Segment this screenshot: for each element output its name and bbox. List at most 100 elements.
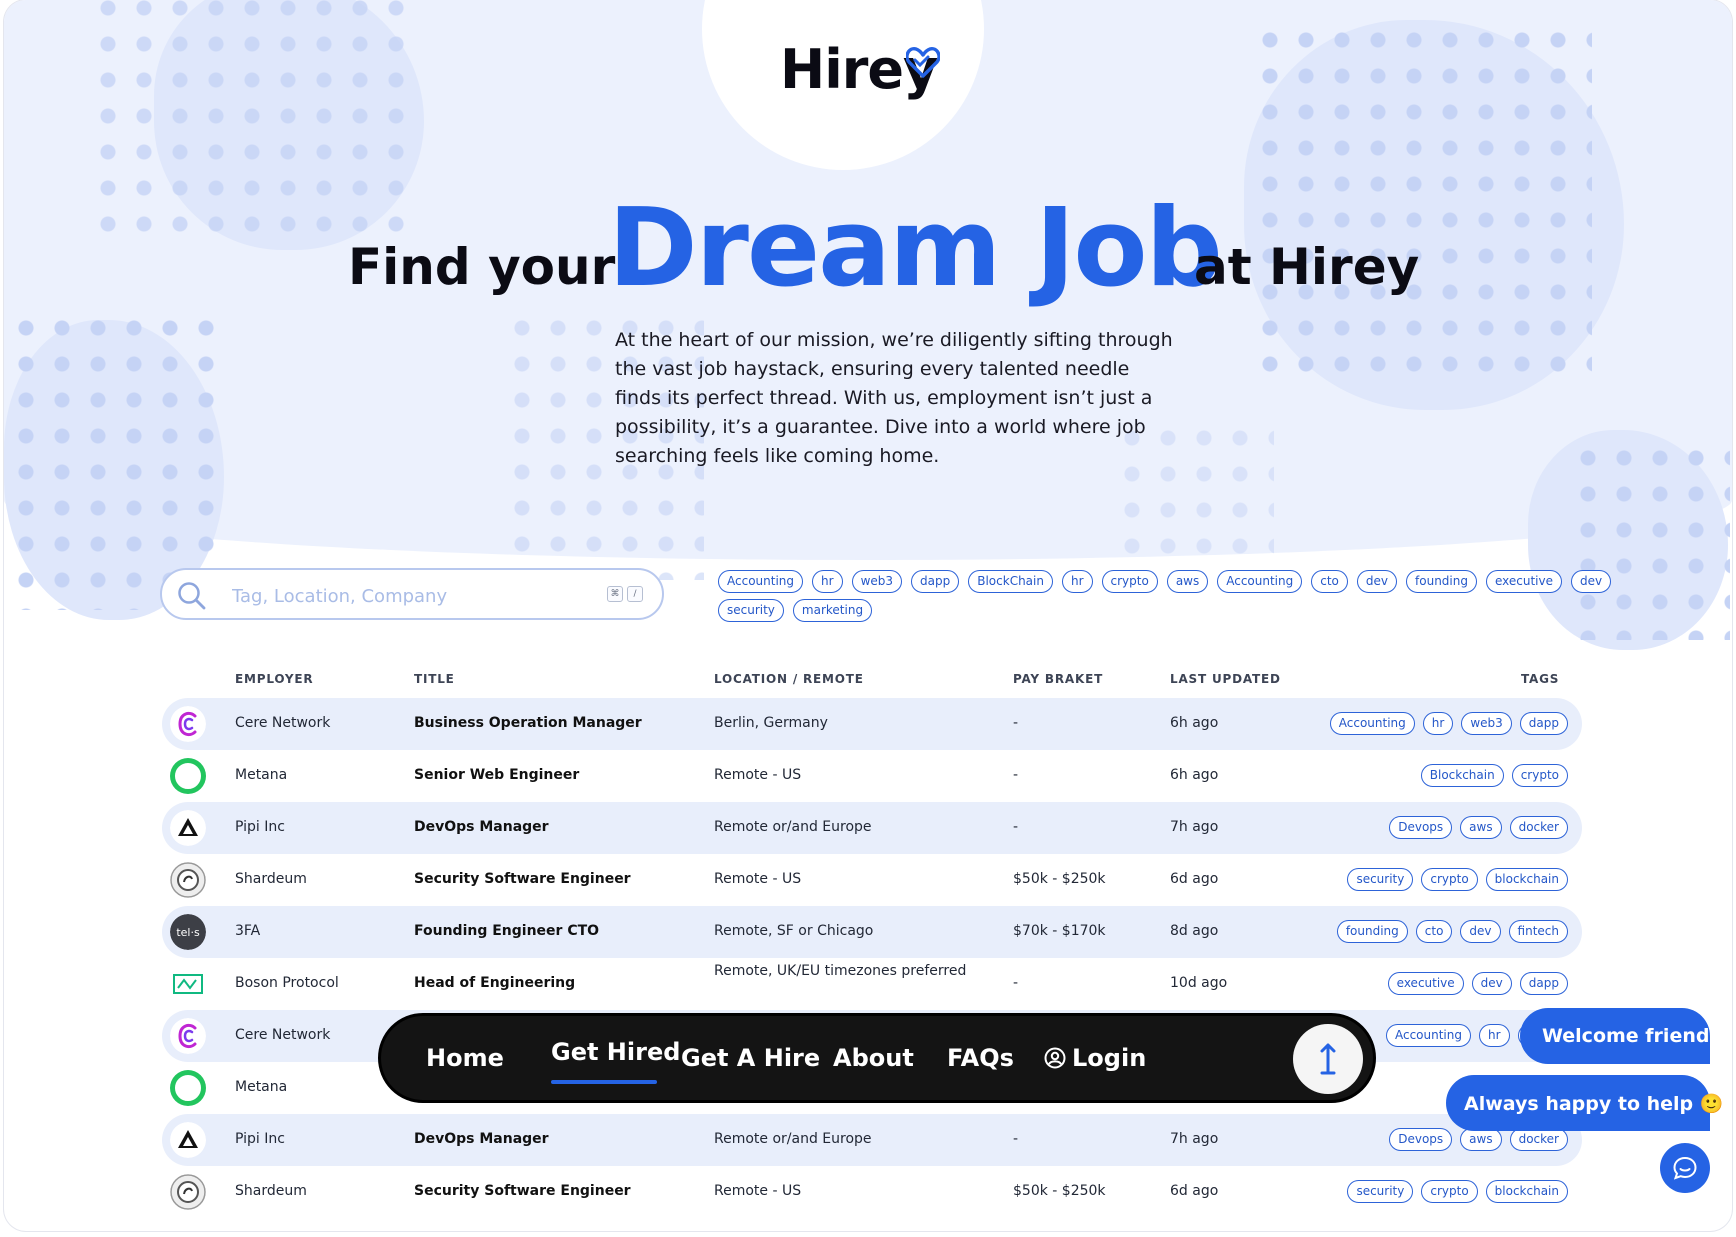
nav-get-a-hire[interactable]: Get A Hire xyxy=(681,1044,820,1072)
pay-bracket: - xyxy=(1013,715,1019,731)
tag-pill[interactable]: dapp xyxy=(1519,972,1568,995)
tag-pill[interactable]: fintech xyxy=(1508,920,1568,943)
tag-pill[interactable]: security xyxy=(1347,1180,1414,1203)
search-input[interactable] xyxy=(230,582,574,610)
tag-filter-list: Accounting hr web3 dapp BlockChain hr crypto aw… xyxy=(718,570,1618,622)
header-tags[interactable]: TAGS xyxy=(1521,672,1559,686)
tag-filter-pill[interactable]: executive xyxy=(1485,570,1562,593)
job-title[interactable]: Head of Engineering xyxy=(414,975,575,991)
chat-greeting-bubble[interactable]: Welcome friend xyxy=(1520,1008,1710,1064)
tag-pill[interactable]: hr xyxy=(1479,1024,1510,1047)
nav-about[interactable]: About xyxy=(833,1044,914,1072)
job-location: Berlin, Germany xyxy=(714,715,828,731)
tag-pill[interactable]: crypto xyxy=(1421,1180,1478,1203)
tag-pill[interactable]: aws xyxy=(1460,816,1502,839)
tag-pill[interactable]: Accounting xyxy=(1329,712,1415,735)
nav-get-hired[interactable]: Get Hired xyxy=(551,1038,680,1066)
tag-filter-pill[interactable]: marketing xyxy=(792,599,873,622)
job-title[interactable]: Security Software Engineer xyxy=(414,1183,631,1199)
headline-suffix: at Hirey xyxy=(1194,238,1420,296)
job-title[interactable]: Security Software Engineer xyxy=(414,871,631,887)
chat-message-bubble[interactable]: Always happy to help 🙂! xyxy=(1446,1075,1732,1131)
last-updated: 7h ago xyxy=(1170,819,1219,835)
tag-pill[interactable]: Devops xyxy=(1389,1128,1453,1151)
last-updated: 7h ago xyxy=(1170,1131,1219,1147)
tag-pill[interactable]: Devops xyxy=(1389,816,1453,839)
job-title[interactable]: Business Operation Manager xyxy=(414,715,642,731)
chat-greeting: Welcome friend xyxy=(1542,1025,1710,1047)
job-title[interactable]: DevOps Manager xyxy=(414,1131,549,1147)
table-row[interactable]: Shardeum Security Software Engineer Remote… xyxy=(162,1166,1582,1218)
hero-intro: At the heart of our mission, we’re dilig… xyxy=(615,329,1173,467)
tag-filter-pill[interactable]: Accounting xyxy=(718,570,804,593)
tag-filter-pill[interactable]: security xyxy=(718,599,784,622)
last-updated: 6d ago xyxy=(1170,871,1219,887)
job-title[interactable]: DevOps Manager xyxy=(414,819,549,835)
tag-pill[interactable]: hr xyxy=(1422,712,1454,735)
tag-pill[interactable]: blockchain xyxy=(1485,1180,1568,1203)
arrow-up-down-icon xyxy=(1320,1043,1336,1075)
tag-filter-pill[interactable]: web3 xyxy=(851,570,903,593)
header-location[interactable]: LOCATION / REMOTE xyxy=(714,672,864,686)
header-updated[interactable]: LAST UPDATED xyxy=(1170,672,1281,686)
employer-name: Metana xyxy=(235,1079,288,1095)
job-title[interactable]: Senior Web Engineer xyxy=(414,767,579,783)
nav-login[interactable]: Login xyxy=(1044,1044,1146,1072)
tag-filter-pill[interactable]: dev xyxy=(1356,570,1398,593)
metana-logo xyxy=(170,758,206,794)
pipi-logo xyxy=(170,810,206,846)
tag-pill[interactable]: web3 xyxy=(1461,712,1512,735)
tag-pill[interactable]: Accounting xyxy=(1385,1024,1471,1047)
header-employer[interactable]: EMPLOYER xyxy=(235,672,313,686)
table-row[interactable]: Pipi Inc DevOps Manager Remote or/and Euro… xyxy=(162,1114,1582,1166)
tag-pill[interactable]: aws xyxy=(1460,1128,1502,1151)
tag-filter-pill[interactable]: dev xyxy=(1570,570,1612,593)
tag-filter-pill[interactable]: founding xyxy=(1406,570,1477,593)
search-box[interactable]: ⌘ / xyxy=(160,568,664,620)
employer-name: Shardeum xyxy=(235,871,307,887)
header-pay[interactable]: PAY BRAKET xyxy=(1013,672,1103,686)
table-row[interactable]: Cere Network Business Operation Manager Be… xyxy=(162,698,1582,750)
tag-pill[interactable]: cto xyxy=(1415,920,1453,943)
tag-filter-pill[interactable]: hr xyxy=(1061,570,1093,593)
job-location: Remote - US xyxy=(714,871,802,887)
chat-button[interactable] xyxy=(1660,1143,1710,1193)
header-title[interactable]: TITLE xyxy=(414,672,455,686)
tag-pill[interactable]: Blockchain xyxy=(1420,764,1504,787)
tag-pill[interactable]: blockchain xyxy=(1485,868,1568,891)
scroll-top-button[interactable] xyxy=(1293,1024,1363,1094)
tag-pill[interactable]: executive xyxy=(1387,972,1464,995)
nav-faqs[interactable]: FAQs xyxy=(947,1044,1014,1072)
tag-pill[interactable]: founding xyxy=(1336,920,1408,943)
job-title[interactable]: Founding Engineer CTO xyxy=(414,923,599,939)
employer-name: 3FA xyxy=(235,923,261,939)
tag-filter-pill[interactable]: aws xyxy=(1166,570,1209,593)
tag-pill[interactable]: crypto xyxy=(1511,764,1568,787)
table-row[interactable]: Shardeum Security Software Engineer Remote… xyxy=(162,854,1582,906)
job-location: Remote or/and Europe xyxy=(714,1131,872,1147)
tag-filter-pill[interactable]: dapp xyxy=(911,570,960,593)
employer-name: Pipi Inc xyxy=(235,1131,285,1147)
tag-pill[interactable]: dapp xyxy=(1519,712,1568,735)
tag-filter-pill[interactable]: BlockChain xyxy=(968,570,1053,593)
pipi-logo xyxy=(170,1122,206,1158)
tag-pill[interactable]: docker xyxy=(1509,816,1568,839)
tag-pill[interactable]: dev xyxy=(1460,920,1501,943)
table-row[interactable]: Metana Senior Web Engineer Remote - US - 6h … xyxy=(162,750,1582,802)
tag-pill[interactable]: dev xyxy=(1471,972,1512,995)
row-tags: Devops aws docker xyxy=(1389,1128,1568,1151)
table-row[interactable]: Pipi Inc DevOps Manager Remote or/and Euro… xyxy=(162,802,1582,854)
tag-filter-pill[interactable]: Accounting xyxy=(1217,570,1303,593)
employer-name: Cere Network xyxy=(235,1027,331,1043)
tag-pill[interactable]: crypto xyxy=(1421,868,1478,891)
nav-home[interactable]: Home xyxy=(426,1044,504,1072)
table-row[interactable]: Boson Protocol Head of Engineering Remote,… xyxy=(162,958,1582,1010)
table-row[interactable]: tel·s 3FA Founding Engineer CTO Remote, SF … xyxy=(162,906,1582,958)
tag-filter-pill[interactable]: cto xyxy=(1311,570,1348,593)
kbd-command: ⌘ xyxy=(607,586,623,602)
tag-filter-pill[interactable]: hr xyxy=(812,570,843,593)
tag-pill[interactable]: docker xyxy=(1509,1128,1568,1151)
chat-icon xyxy=(1673,1156,1697,1180)
tag-filter-pill[interactable]: crypto xyxy=(1101,570,1158,593)
tag-pill[interactable]: security xyxy=(1347,868,1414,891)
